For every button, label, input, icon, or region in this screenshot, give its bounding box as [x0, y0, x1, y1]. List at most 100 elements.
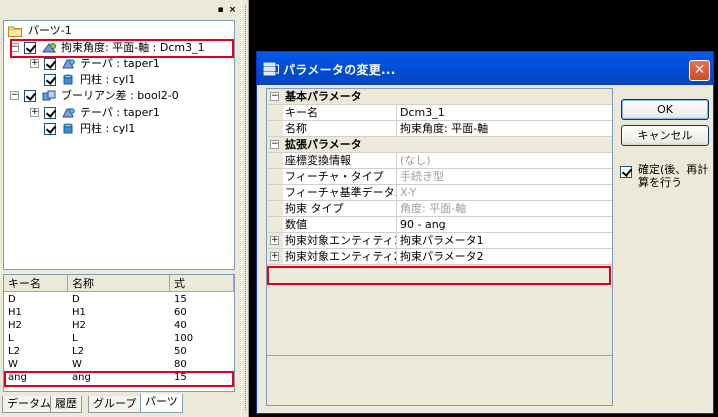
confirm-recalc-checkbox[interactable] — [620, 166, 632, 178]
tree-root[interactable]: パーツ-1 — [8, 23, 208, 39]
row-gutter — [267, 185, 283, 200]
table-cell[interactable]: 40 — [170, 320, 187, 332]
expand-icon[interactable]: + — [30, 108, 39, 117]
cylinder-icon — [63, 74, 73, 85]
tab-group[interactable]: グループ — [88, 396, 142, 413]
collapse-icon[interactable]: − — [10, 91, 19, 100]
column-header[interactable]: キー名 — [4, 275, 68, 292]
row-gutter: + — [267, 233, 283, 248]
node-checkbox[interactable] — [44, 123, 56, 135]
column-header[interactable]: 式 — [170, 275, 234, 292]
property-value[interactable]: 90 - ang — [400, 217, 610, 232]
close-button[interactable]: ✕ — [689, 60, 710, 81]
property-row[interactable]: 拘束 タイプ 角度: 平面-軸 — [267, 201, 612, 217]
pin-icon[interactable]: ▪ — [215, 4, 226, 15]
table-cell[interactable]: 100 — [170, 333, 193, 345]
property-row[interactable]: 数値 90 - ang — [267, 217, 612, 233]
ok-button[interactable]: OK — [621, 99, 709, 120]
table-cell[interactable]: D — [68, 294, 80, 306]
tree-root-label: パーツ-1 — [28, 24, 72, 37]
property-row[interactable]: 名称 拘束角度: 平面-軸 — [267, 121, 612, 137]
property-value[interactable]: 拘束パラメータ2 — [400, 249, 610, 264]
property-row[interactable]: フィーチャ基準データム X-Y — [267, 185, 612, 201]
property-row[interactable]: + 拘束対象エンティティ1 拘束パラメータ1 — [267, 233, 612, 249]
expand-icon[interactable]: + — [270, 236, 279, 245]
boolean-icon — [42, 90, 56, 101]
property-key: 数値 — [285, 217, 397, 232]
confirm-recalc-label: 確定(後、再計算を行う — [638, 163, 709, 189]
category-label: 拡張パラメータ — [285, 138, 362, 151]
property-value[interactable]: Dcm3_1 — [400, 105, 610, 120]
table-cell[interactable]: 50 — [170, 346, 187, 358]
cylinder-icon — [63, 123, 73, 134]
parameter-table: キー名 名称 式 D D 15 H1 H1 60 H2 H2 40 L L 100 L2 L2 50 W W 80… — [3, 274, 235, 392]
property-value: X-Y — [400, 186, 417, 199]
table-cell[interactable]: H1 — [68, 307, 86, 319]
parameter-app-icon — [263, 62, 279, 76]
node-checkbox[interactable] — [44, 107, 56, 119]
property-category[interactable]: − 拡張パラメータ — [267, 137, 612, 153]
tab-history[interactable]: 履歴 — [50, 396, 82, 413]
tree-node-boolean[interactable]: − ブーリアン差 : bool2-0 — [4, 88, 234, 104]
property-key: 拘束対象エンティティ1 — [285, 233, 397, 248]
property-grid[interactable]: − 基本パラメータ キー名 Dcm3_1 名称 拘束角度: 平面-軸 − 拡張パラメータ 座標変… — [266, 88, 613, 406]
property-value: 角度: 平面-軸 — [400, 202, 467, 215]
property-key: 名称 — [285, 121, 397, 136]
tree-node-taper[interactable]: + テーパ : taper1 — [4, 56, 234, 72]
row-gutter — [267, 169, 283, 184]
property-row[interactable]: キー名 Dcm3_1 — [267, 105, 612, 121]
cancel-button[interactable]: キャンセル — [621, 125, 709, 146]
property-category[interactable]: − 基本パラメータ — [267, 89, 612, 105]
table-cell[interactable]: 60 — [170, 307, 187, 319]
row-gutter — [267, 201, 283, 216]
node-checkbox[interactable] — [24, 90, 36, 102]
property-value[interactable]: 拘束パラメータ1 — [400, 233, 610, 248]
expand-icon[interactable]: + — [270, 252, 279, 261]
property-row[interactable]: 座標変換情報 (なし) — [267, 153, 612, 169]
property-row[interactable]: フィーチャ・タイプ 手続き型 — [267, 169, 612, 185]
property-value[interactable]: 拘束角度: 平面-軸 — [400, 121, 610, 136]
table-cell[interactable]: 15 — [170, 294, 187, 306]
left-panel: ▪ × パーツ-1 − 拘束角度: 平面-軸 : Dcm3_1 + テーパ: … — [0, 0, 241, 417]
property-key: フィーチャ基準データム — [285, 185, 397, 200]
table-cell[interactable]: H2 — [68, 320, 86, 332]
table-cell[interactable]: D — [4, 294, 16, 306]
tree-node-cylinder[interactable]: 円柱 : cyl1 — [4, 72, 234, 88]
tab-parts[interactable]: パーツ — [140, 394, 183, 413]
property-description-pane — [267, 355, 612, 405]
row-highlight — [267, 266, 611, 285]
table-cell[interactable]: L2 — [4, 346, 20, 358]
property-value: 手続き型 — [400, 170, 444, 183]
tree-node-taper[interactable]: + テーパ : taper1 — [4, 105, 234, 121]
property-row[interactable]: + 拘束対象エンティティ2 拘束パラメータ2 — [267, 249, 612, 265]
collapse-icon[interactable]: − — [270, 92, 279, 101]
table-cell[interactable]: W — [68, 359, 82, 371]
tree-node-cylinder[interactable]: 円柱 : cyl1 — [4, 121, 234, 137]
property-key: フィーチャ・タイプ — [285, 169, 397, 184]
row-gutter: + — [267, 249, 283, 264]
table-cell[interactable]: L — [68, 333, 78, 345]
table-cell[interactable]: L2 — [68, 346, 84, 358]
parts-tree[interactable]: パーツ-1 − 拘束角度: 平面-軸 : Dcm3_1 + テーパ : tape… — [3, 20, 235, 270]
splitter-grip — [245, 5, 247, 410]
tree-node-label: ブーリアン差 : bool2-0 — [61, 89, 179, 102]
node-checkbox[interactable] — [44, 58, 56, 70]
table-cell[interactable]: H1 — [4, 307, 22, 319]
node-checkbox[interactable] — [44, 74, 56, 86]
dialog-titlebar[interactable]: パラメータの変更... ✕ — [257, 52, 713, 85]
tree-node-label: 円柱 : cyl1 — [80, 122, 136, 135]
table-cell[interactable]: 80 — [170, 359, 187, 371]
table-cell[interactable]: L — [4, 333, 14, 345]
parameter-dialog: パラメータの変更... ✕ − 基本パラメータ キー名 Dcm3_1 名称 拘束角度: 平… — [256, 51, 714, 414]
expand-icon[interactable]: + — [30, 59, 39, 68]
column-header[interactable]: 名称 — [68, 275, 170, 292]
table-cell[interactable]: W — [4, 359, 18, 371]
tree-node-label: テーパ : taper1 — [80, 57, 160, 70]
row-gutter — [267, 121, 283, 136]
row-gutter — [267, 153, 283, 168]
tab-datum[interactable]: データム — [2, 396, 56, 413]
table-cell[interactable]: H2 — [4, 320, 22, 332]
collapse-icon[interactable]: − — [270, 140, 279, 149]
close-panel-icon[interactable]: × — [227, 4, 238, 15]
panel-tabs: データム 履歴 グループ パーツ — [0, 394, 241, 417]
